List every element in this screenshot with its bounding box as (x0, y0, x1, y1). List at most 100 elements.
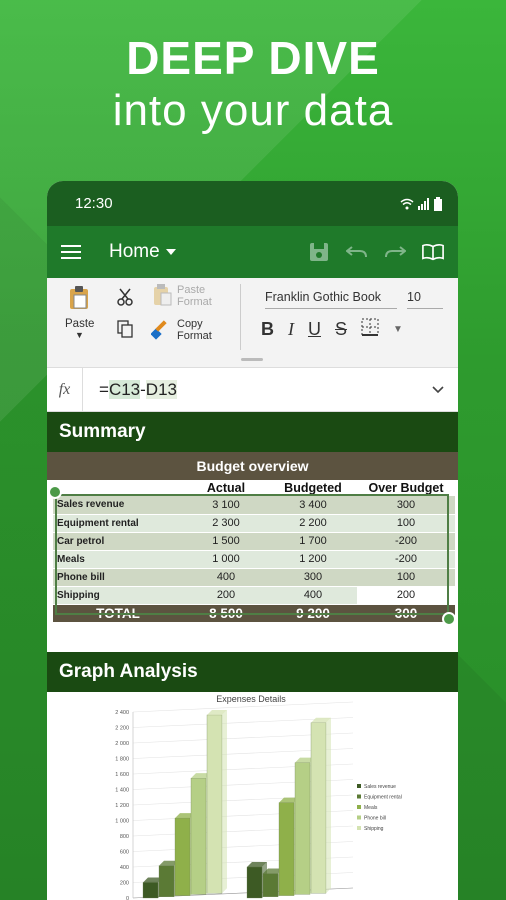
ribbon-grab-handle[interactable] (241, 358, 263, 361)
table-row[interactable]: Meals 1 000 1 200 -200 (53, 550, 455, 569)
y-tick-label: 200 (120, 881, 129, 887)
total-cell[interactable]: 9 200 (269, 604, 357, 623)
paste-options-caret-icon[interactable]: ▼ (75, 330, 84, 340)
font-size-select[interactable]: 10 (407, 290, 443, 309)
y-tick-label: 800 (120, 834, 129, 840)
table-cell[interactable]: 200 (183, 586, 269, 605)
table-cell[interactable]: Sales revenue (53, 496, 183, 515)
bold-button[interactable]: B (261, 319, 274, 340)
legend-label: Meals (364, 805, 378, 811)
italic-button[interactable]: I (288, 319, 294, 340)
table-cell[interactable]: 300 (269, 568, 357, 587)
total-cell[interactable]: TOTAL (53, 604, 183, 623)
table-row[interactable]: Car petrol 1 500 1 700 -200 (53, 532, 455, 551)
formula-ref-1: C13 (108, 379, 141, 399)
table-cell[interactable]: -200 (357, 550, 455, 569)
column-header (53, 480, 183, 496)
table-cell[interactable]: Equipment rental (53, 514, 183, 533)
table-row[interactable]: Sales revenue 3 100 3 400 300 (53, 496, 455, 515)
table-cell[interactable]: 1 500 (183, 532, 269, 551)
paste-format-button[interactable]: Paste Format (177, 284, 212, 308)
bar (262, 873, 279, 897)
expenses-chart[interactable]: Expenses Details 0 200 400 600 800 1 000 1 200 1… (47, 692, 458, 900)
table-cell[interactable]: Car petrol (53, 532, 183, 551)
function-icon[interactable]: fx (47, 368, 83, 411)
spacer (47, 634, 458, 652)
table-cell[interactable]: 3 400 (269, 496, 357, 515)
column-header: Budgeted (269, 480, 357, 496)
status-icons (400, 196, 442, 211)
table-row[interactable]: Equipment rental 2 300 2 200 100 (53, 514, 455, 533)
formula-input[interactable]: =C13-D13 (83, 379, 177, 400)
table-cell[interactable]: 100 (357, 514, 455, 533)
bar (158, 865, 175, 897)
app-bar: Home (47, 226, 458, 278)
copy-icon[interactable] (117, 320, 133, 341)
redo-icon[interactable] (384, 241, 406, 263)
paste-icon[interactable] (69, 286, 89, 313)
save-icon[interactable] (308, 241, 330, 263)
summary-sheet: Budget overview Actual Budgeted Over Bud… (47, 452, 458, 634)
wifi-icon (400, 198, 414, 209)
y-tick-label: 1 800 (115, 757, 129, 763)
chart-svg: Expenses Details 0 200 400 600 800 1 000 1 200 1… (115, 694, 402, 900)
paste-format-label-2: Format (177, 296, 212, 308)
table-cell[interactable]: 1 700 (269, 532, 357, 551)
table-row[interactable]: Phone bill 400 300 100 (53, 568, 455, 587)
selection-handle-end[interactable] (442, 612, 456, 626)
copy-format-button[interactable]: Copy Format (177, 318, 212, 342)
paste-button[interactable]: Paste (65, 318, 94, 330)
total-row[interactable]: TOTAL 8 500 9 200 300 (53, 604, 455, 623)
formula-eq: = (99, 379, 109, 399)
battery-icon (434, 196, 442, 211)
table-cell[interactable]: Meals (53, 550, 183, 569)
borders-icon[interactable] (361, 318, 379, 341)
home-title: Home (109, 241, 160, 262)
table-cell[interactable]: 1 000 (183, 550, 269, 569)
table-cell[interactable]: 2 300 (183, 514, 269, 533)
promo-title: DEEP DIVE (126, 32, 380, 84)
table-cell[interactable]: -200 (357, 532, 455, 551)
table-cell[interactable]: Shipping (53, 586, 183, 605)
table-row[interactable]: Shipping 200 400 200 (53, 586, 455, 605)
formula-minus: - (140, 379, 146, 399)
table-cell[interactable]: 1 200 (269, 550, 357, 569)
cut-icon[interactable] (117, 288, 133, 309)
copy-format-brush-icon[interactable] (150, 318, 173, 343)
bar (190, 778, 207, 895)
table-cell[interactable]: 3 100 (183, 496, 269, 515)
legend-swatch (357, 805, 361, 809)
ribbon-divider (240, 284, 241, 350)
column-header: Actual (183, 480, 269, 496)
underline-button[interactable]: U (308, 319, 321, 340)
legend-label: Equipment rental (364, 795, 402, 801)
font-name-select[interactable]: Franklin Gothic Book (265, 290, 397, 309)
selection-handle-start[interactable] (48, 485, 62, 499)
table-cell[interactable]: Phone bill (53, 568, 183, 587)
strikethrough-button[interactable]: S (335, 319, 347, 340)
y-tick-label: 400 (120, 865, 129, 871)
home-tab-dropdown[interactable]: Home (109, 241, 176, 263)
menu-icon[interactable] (61, 245, 81, 259)
y-tick-label: 1 000 (115, 819, 129, 825)
paste-format-label-1: Paste (177, 284, 206, 296)
paste-format-icon[interactable] (153, 284, 173, 309)
read-mode-icon[interactable] (422, 241, 444, 263)
total-cell[interactable]: 300 (357, 604, 455, 623)
table-cell[interactable]: 2 200 (269, 514, 357, 533)
phone-frame: 12:30 Home Paste ▼ Paste Format Copy Forma… (47, 181, 458, 900)
bar-side (222, 709, 227, 894)
chevron-down-icon[interactable] (432, 385, 444, 394)
borders-dropdown-icon[interactable]: ▼ (393, 324, 403, 335)
promo-subtitle: into your data (112, 86, 394, 135)
table-cell[interactable]: 200 (357, 586, 455, 605)
table-cell[interactable]: 300 (357, 496, 455, 515)
table-cell[interactable]: 400 (183, 568, 269, 587)
y-tick-label: 1 200 (115, 803, 129, 809)
total-cell[interactable]: 8 500 (183, 604, 269, 623)
undo-icon[interactable] (346, 241, 368, 263)
table-cell[interactable]: 100 (357, 568, 455, 587)
legend-swatch (357, 826, 361, 830)
table-cell[interactable]: 400 (269, 586, 357, 605)
legend-label: Phone bill (364, 816, 386, 822)
